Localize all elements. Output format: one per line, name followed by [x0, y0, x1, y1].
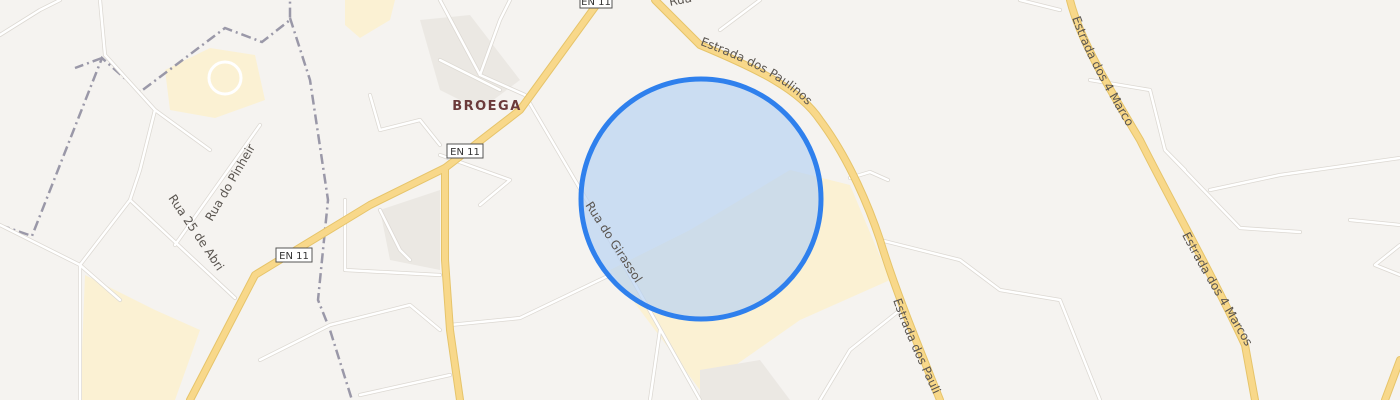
road-shield-en11: EN 11 — [446, 143, 484, 159]
location-accuracy-circle[interactable] — [578, 76, 824, 322]
road-shield-en11: EN 11 — [275, 247, 313, 263]
road-shield-text: EN 11 — [581, 0, 611, 8]
landuse-residential — [165, 48, 265, 118]
map-canvas[interactable]: EN 11 EN 11 EN 11 BROEGA Rua Estrada dos… — [0, 0, 1400, 400]
landuse-built — [420, 15, 520, 110]
place-label-broega: BROEGA — [452, 99, 522, 114]
landuse-residential — [345, 0, 395, 38]
road-shield-text: EN 11 — [450, 147, 480, 158]
road-shield-en11: EN 11 — [579, 0, 613, 9]
landuse-residential — [80, 275, 200, 400]
street-label-estrada-dos-4-marcos: Estrada dos 4 Marcos — [1179, 230, 1255, 348]
street-label-rua: Rua — [668, 0, 693, 9]
road-shield-text: EN 11 — [279, 251, 309, 262]
